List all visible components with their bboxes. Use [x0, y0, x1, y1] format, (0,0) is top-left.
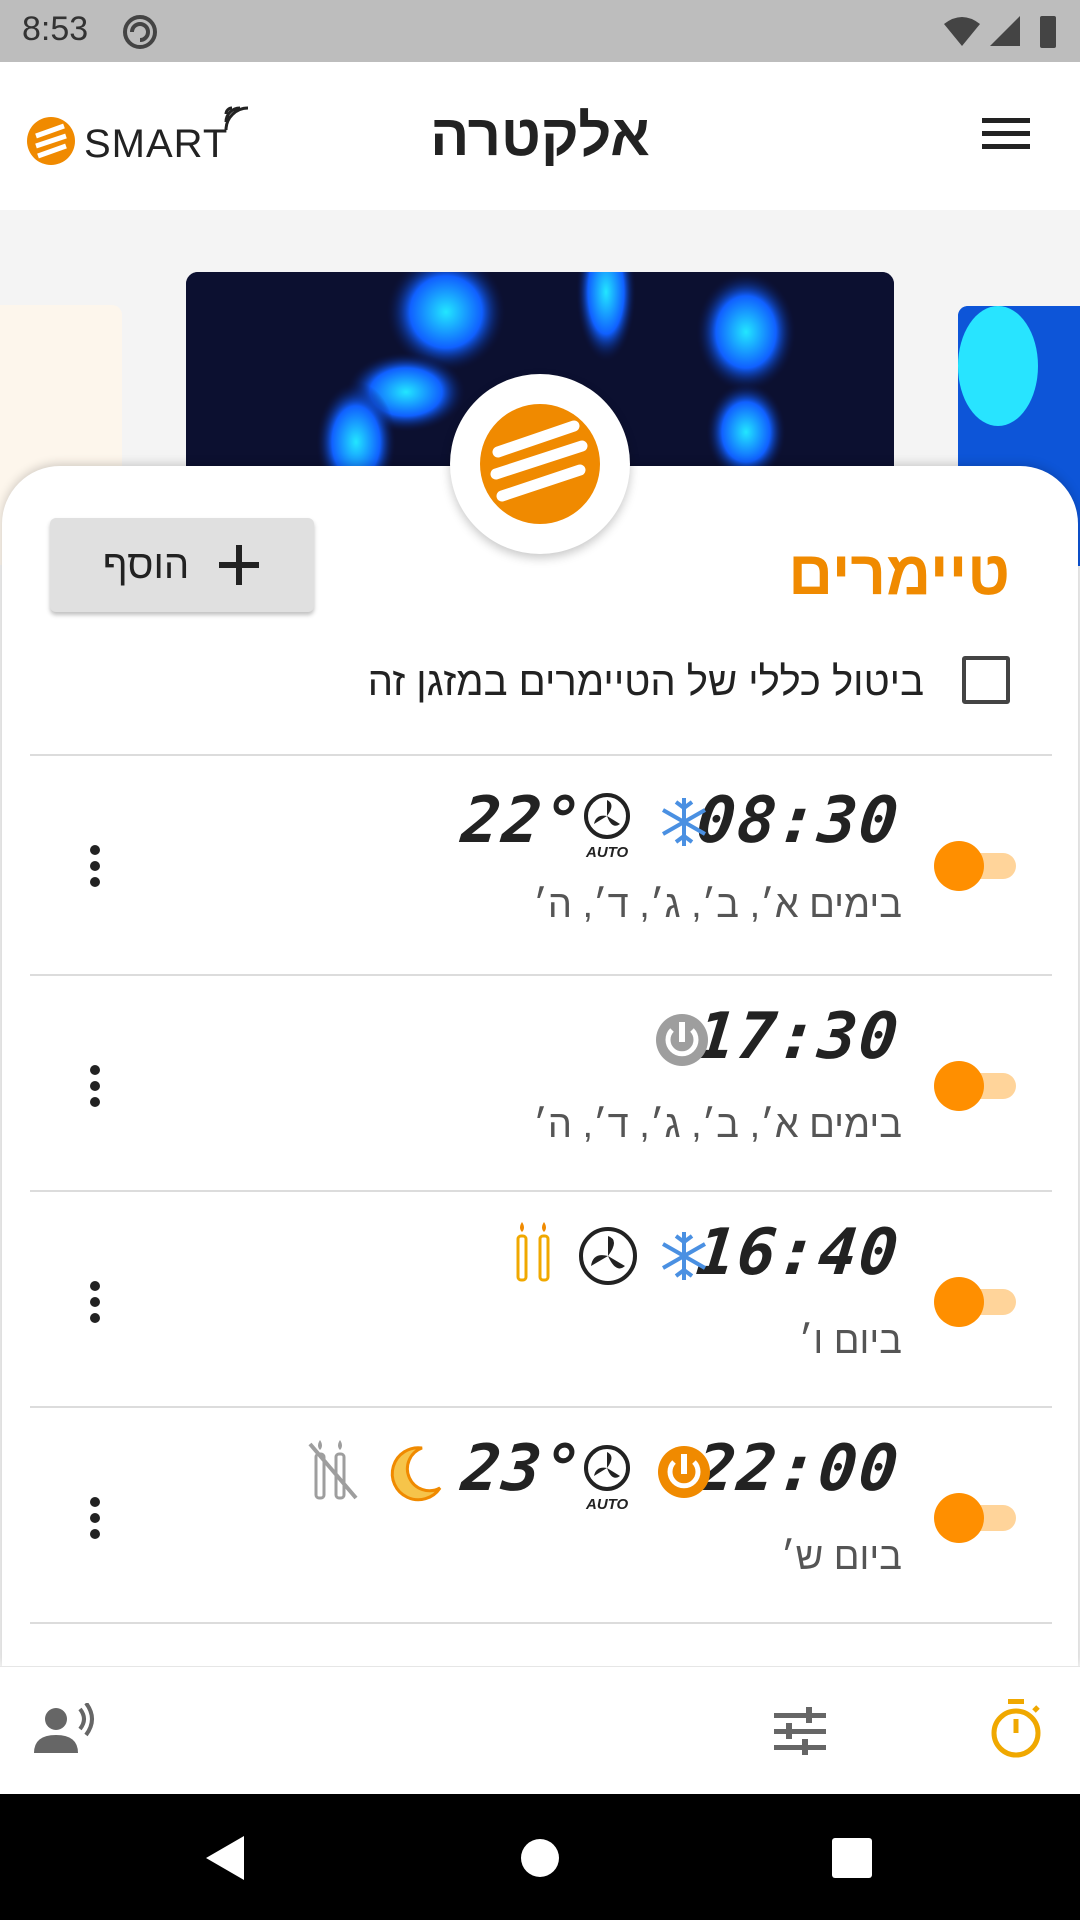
- snowflake-icon: [662, 798, 706, 846]
- timers-title: טיימרים: [788, 539, 1010, 608]
- timer-toggle[interactable]: [934, 1493, 1016, 1543]
- timer-temperature: 22°: [458, 784, 588, 858]
- divider: [30, 1622, 1052, 1624]
- shabbat-off-icon: [308, 1440, 358, 1500]
- status-system-icons: [944, 16, 1056, 48]
- timer-toggle[interactable]: [934, 1061, 1016, 1111]
- bottom-navigation: [0, 1666, 1080, 1795]
- more-options-icon[interactable]: [88, 1064, 102, 1108]
- electra-logo-badge: [450, 374, 630, 554]
- timer-temperature: 23°: [458, 1432, 588, 1506]
- timer-days: ביום ו׳: [798, 1320, 902, 1362]
- timer-icon[interactable]: [990, 1699, 1042, 1759]
- status-time: 8:53: [22, 10, 89, 48]
- timer-days: ביום ש׳: [780, 1536, 902, 1578]
- moon-sleep-icon: [390, 1446, 442, 1502]
- electra-logo-icon: [27, 117, 75, 165]
- cancel-all-checkbox[interactable]: [962, 656, 1010, 704]
- timer-time: 08:30: [693, 784, 904, 858]
- add-timer-button[interactable]: הוסף: [50, 518, 314, 612]
- shabbat-candles-icon: [516, 1222, 550, 1282]
- cancel-all-label: ביטול כללי של הטיימרים במזגן זה: [367, 660, 924, 704]
- timer-row[interactable]: 08:30 AUTO 22° בימים א׳, ב׳, ג׳, ד׳, ה׳: [30, 756, 1052, 968]
- timer-toggle[interactable]: [934, 841, 1016, 891]
- recents-icon[interactable]: [832, 1838, 872, 1878]
- power-on-icon: [658, 1446, 710, 1498]
- add-timer-label: הוסף: [102, 542, 190, 587]
- more-options-icon[interactable]: [88, 1496, 102, 1540]
- timers-sheet: טיימרים הוסף ביטול כללי של הטיימרים במזג…: [2, 466, 1078, 1666]
- sync-icon: [123, 15, 157, 49]
- more-options-icon[interactable]: [88, 1280, 102, 1324]
- status-bar: 8:53: [0, 0, 1080, 62]
- timer-row[interactable]: 22:00 AUTO 23° ביום ש׳: [30, 1408, 1052, 1620]
- timer-time: 22:00: [693, 1432, 904, 1506]
- plus-icon: [219, 545, 260, 585]
- more-options-icon[interactable]: [88, 844, 102, 888]
- timer-time: 17:30: [693, 1000, 904, 1074]
- wifi-signal-icon: [224, 106, 249, 131]
- fan-icon: [579, 1227, 637, 1285]
- timer-days: בימים א׳, ב׳, ג׳, ד׳, ה׳: [533, 1104, 902, 1146]
- smart-logo: SMART: [26, 104, 256, 174]
- fan-auto-label: AUTO: [586, 844, 629, 861]
- brand-title: אלקטרה: [430, 103, 650, 168]
- electra-logo-icon: [480, 404, 600, 524]
- sliders-icon[interactable]: [774, 1707, 826, 1755]
- timer-row[interactable]: 16:40 ביום ו׳: [30, 1192, 1052, 1404]
- timer-time: 16:40: [693, 1216, 904, 1290]
- fan-auto-label: AUTO: [586, 1496, 629, 1513]
- power-off-icon: [656, 1014, 708, 1066]
- smart-label: SMART: [84, 122, 229, 166]
- fan-auto-icon: [584, 793, 630, 839]
- timer-row[interactable]: 17:30 בימים א׳, ב׳, ג׳, ד׳, ה׳: [30, 976, 1052, 1188]
- snowflake-icon: [662, 1232, 706, 1280]
- cancel-all-row[interactable]: ביטול כללי של הטיימרים במזגן זה: [30, 606, 1050, 740]
- timer-toggle[interactable]: [934, 1277, 1016, 1327]
- app-bar: SMART אלקטרה: [0, 62, 1080, 210]
- timer-days: בימים א׳, ב׳, ג׳, ד׳, ה׳: [533, 884, 902, 926]
- menu-icon[interactable]: [980, 114, 1032, 154]
- fan-auto-icon: [584, 1445, 630, 1491]
- voice-icon[interactable]: [32, 1703, 96, 1759]
- back-icon[interactable]: [206, 1836, 246, 1880]
- home-icon[interactable]: [520, 1838, 560, 1878]
- system-navigation-bar: [0, 1794, 1080, 1920]
